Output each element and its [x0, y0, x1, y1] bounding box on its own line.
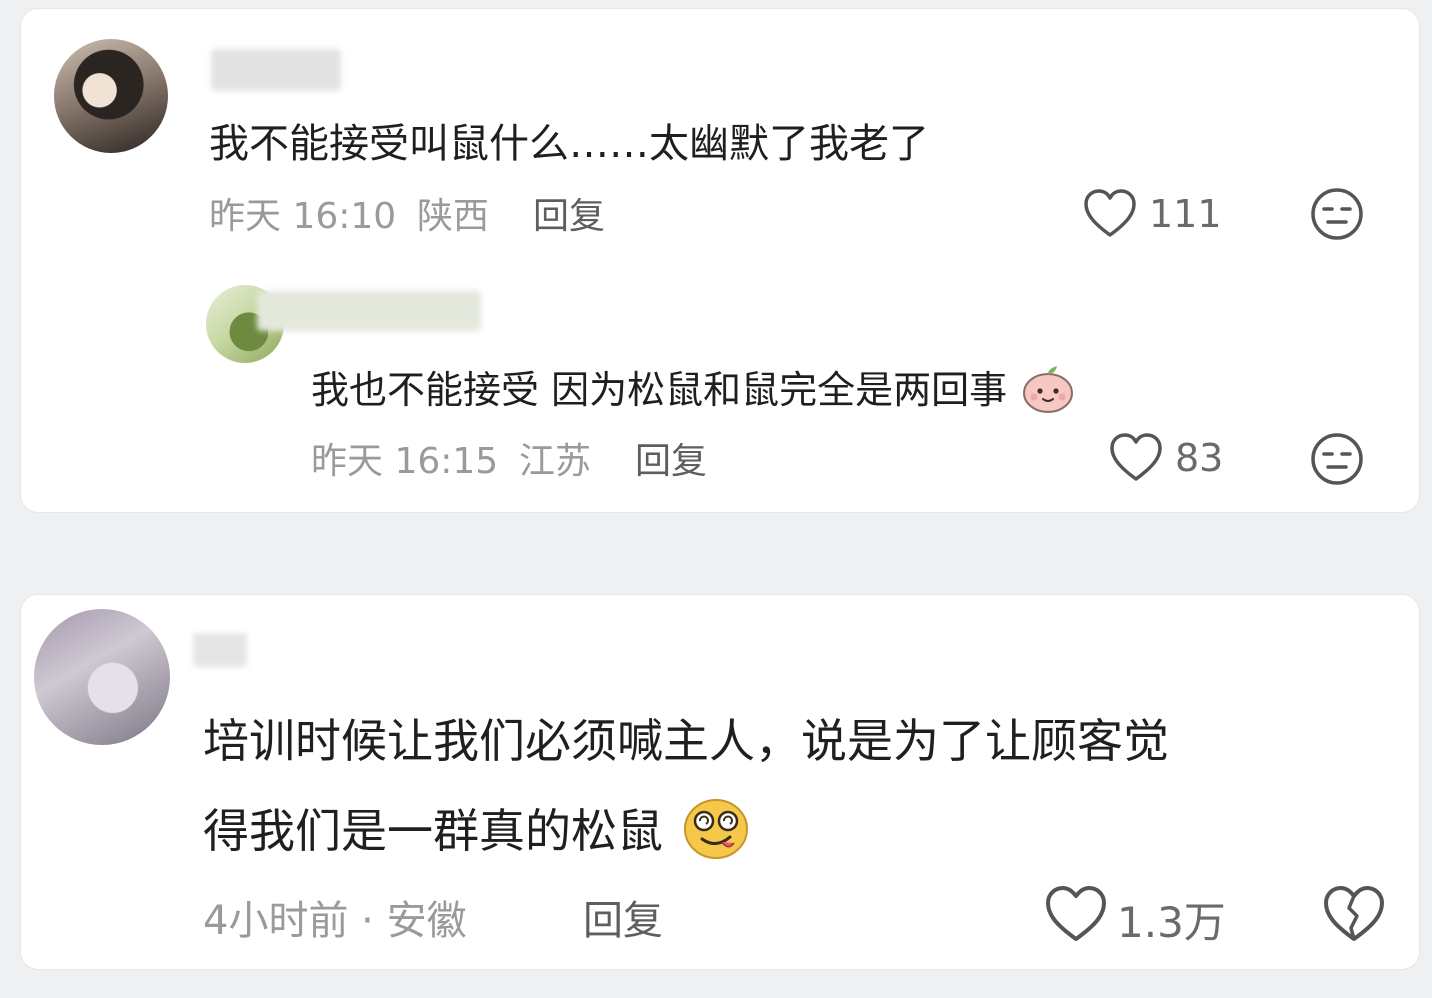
comment-meta: 4小时前 · 安徽	[203, 898, 467, 944]
dislike-face-icon[interactable]	[1309, 431, 1365, 487]
like-count: 111	[1149, 192, 1222, 236]
reply-time: 昨天 16:15	[311, 441, 499, 482]
reply-like-count: 83	[1175, 436, 1224, 480]
heart-icon[interactable]	[1045, 886, 1107, 944]
dizzy-face-emoji-icon	[683, 799, 748, 859]
dislike-face-icon[interactable]	[1309, 186, 1365, 242]
avatar[interactable]	[34, 609, 170, 745]
peach-emoji-icon	[1023, 366, 1074, 413]
comment-text: 我不能接受叫鼠什么……太幽默了我老了	[209, 121, 929, 167]
reply-username-blurred[interactable]	[257, 291, 481, 331]
username-blurred[interactable]	[193, 633, 247, 667]
comment-card: 培训时候让我们必须喊主人，说是为了让顾客觉 得我们是一群真的松鼠 4小时前 · …	[20, 594, 1420, 970]
reply-reply-button[interactable]: 回复	[635, 432, 707, 484]
reply-button[interactable]: 回复	[533, 187, 605, 239]
comment-text-line-2-content: 得我们是一群真的松鼠	[203, 804, 663, 858]
like-count: 1.3万	[1117, 898, 1226, 947]
comment-text-line-2: 得我们是一群真的松鼠	[203, 795, 750, 861]
heart-icon[interactable]	[1083, 189, 1137, 239]
heart-icon[interactable]	[1109, 433, 1163, 483]
comment-location: 陕西	[417, 196, 490, 237]
username-blurred[interactable]	[211, 49, 341, 91]
reply-button[interactable]: 回复	[583, 888, 663, 946]
comment-time: 昨天 16:10	[209, 196, 397, 237]
reply-location: 江苏	[519, 441, 592, 482]
reply-text-content: 我也不能接受 因为松鼠和鼠完全是两回事	[311, 368, 1008, 412]
comment-text-line-1: 培训时候让我们必须喊主人，说是为了让顾客觉	[203, 714, 1169, 768]
broken-heart-icon[interactable]	[1323, 886, 1385, 944]
reply-text: 我也不能接受 因为松鼠和鼠完全是两回事	[311, 359, 1075, 415]
comment-thread-card: 我不能接受叫鼠什么……太幽默了我老了 昨天 16:10 陕西 回复 111 我也…	[20, 8, 1420, 513]
avatar[interactable]	[54, 39, 168, 153]
